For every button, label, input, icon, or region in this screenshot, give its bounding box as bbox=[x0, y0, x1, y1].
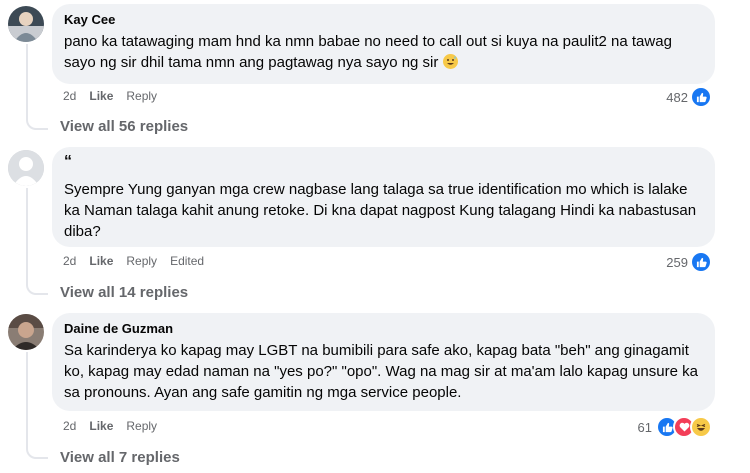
thread-line bbox=[26, 44, 28, 118]
comment-actions: 2d Like Reply bbox=[63, 89, 170, 103]
comment-author[interactable]: Kay Cee bbox=[64, 12, 703, 28]
comment-body: Sa karinderya ko kapag may LGBT na bumib… bbox=[64, 342, 698, 401]
haha-reaction-icon bbox=[690, 416, 712, 438]
view-replies-link[interactable]: View all 14 replies bbox=[60, 284, 188, 301]
reply-button[interactable]: Reply bbox=[126, 89, 157, 103]
reply-button[interactable]: Reply bbox=[126, 254, 157, 268]
reaction-count: 259 bbox=[666, 254, 688, 270]
thread-connector bbox=[26, 118, 48, 130]
comment-author[interactable]: Daine de Guzman bbox=[64, 321, 703, 337]
like-reaction-icon bbox=[690, 251, 712, 273]
comment-actions: 2d Like Reply Edited bbox=[63, 254, 217, 268]
thread-line bbox=[26, 188, 28, 283]
grinning-sweat-emoji-icon bbox=[442, 54, 458, 69]
avatar[interactable] bbox=[8, 6, 44, 42]
reply-button[interactable]: Reply bbox=[126, 419, 157, 433]
default-profile-icon bbox=[8, 150, 44, 186]
comment-author[interactable]: “ bbox=[64, 154, 703, 170]
avatar[interactable] bbox=[8, 150, 44, 186]
profile-photo-icon bbox=[8, 6, 44, 42]
reaction-summary[interactable]: 482 bbox=[666, 86, 712, 108]
comment-time[interactable]: 2d bbox=[63, 89, 76, 103]
reaction-count: 61 bbox=[637, 419, 652, 435]
reaction-count: 482 bbox=[666, 89, 688, 105]
edited-label[interactable]: Edited bbox=[170, 254, 204, 268]
thread-connector bbox=[26, 447, 48, 459]
comment-time[interactable]: 2d bbox=[63, 419, 76, 433]
like-button[interactable]: Like bbox=[89, 419, 113, 433]
view-replies-link[interactable]: View all 56 replies bbox=[60, 118, 188, 135]
comment-text: pano ka tatawaging mam hnd ka nmn babae … bbox=[64, 31, 703, 73]
comment-body: Syempre Yung ganyan mga crew nagbase lan… bbox=[64, 181, 697, 240]
comment-bubble: “ Syempre Yung ganyan mga crew nagbase l… bbox=[52, 147, 715, 247]
like-button[interactable]: Like bbox=[89, 254, 113, 268]
thread-connector bbox=[26, 283, 48, 295]
profile-photo-icon bbox=[8, 314, 44, 350]
like-reaction-icon bbox=[690, 86, 712, 108]
avatar[interactable] bbox=[8, 314, 44, 350]
like-button[interactable]: Like bbox=[89, 89, 113, 103]
comment-actions: 2d Like Reply bbox=[63, 419, 170, 433]
comment-body: pano ka tatawaging mam hnd ka nmn babae … bbox=[64, 33, 672, 71]
reaction-summary[interactable]: 61 bbox=[638, 416, 712, 438]
comment-bubble: Daine de Guzman Sa karinderya ko kapag m… bbox=[52, 313, 715, 411]
reaction-summary[interactable]: 259 bbox=[666, 251, 712, 273]
thread-line bbox=[26, 352, 28, 447]
comment-bubble: Kay Cee pano ka tatawaging mam hnd ka nm… bbox=[52, 4, 715, 84]
comment-time[interactable]: 2d bbox=[63, 254, 76, 268]
view-replies-link[interactable]: View all 7 replies bbox=[60, 449, 180, 466]
